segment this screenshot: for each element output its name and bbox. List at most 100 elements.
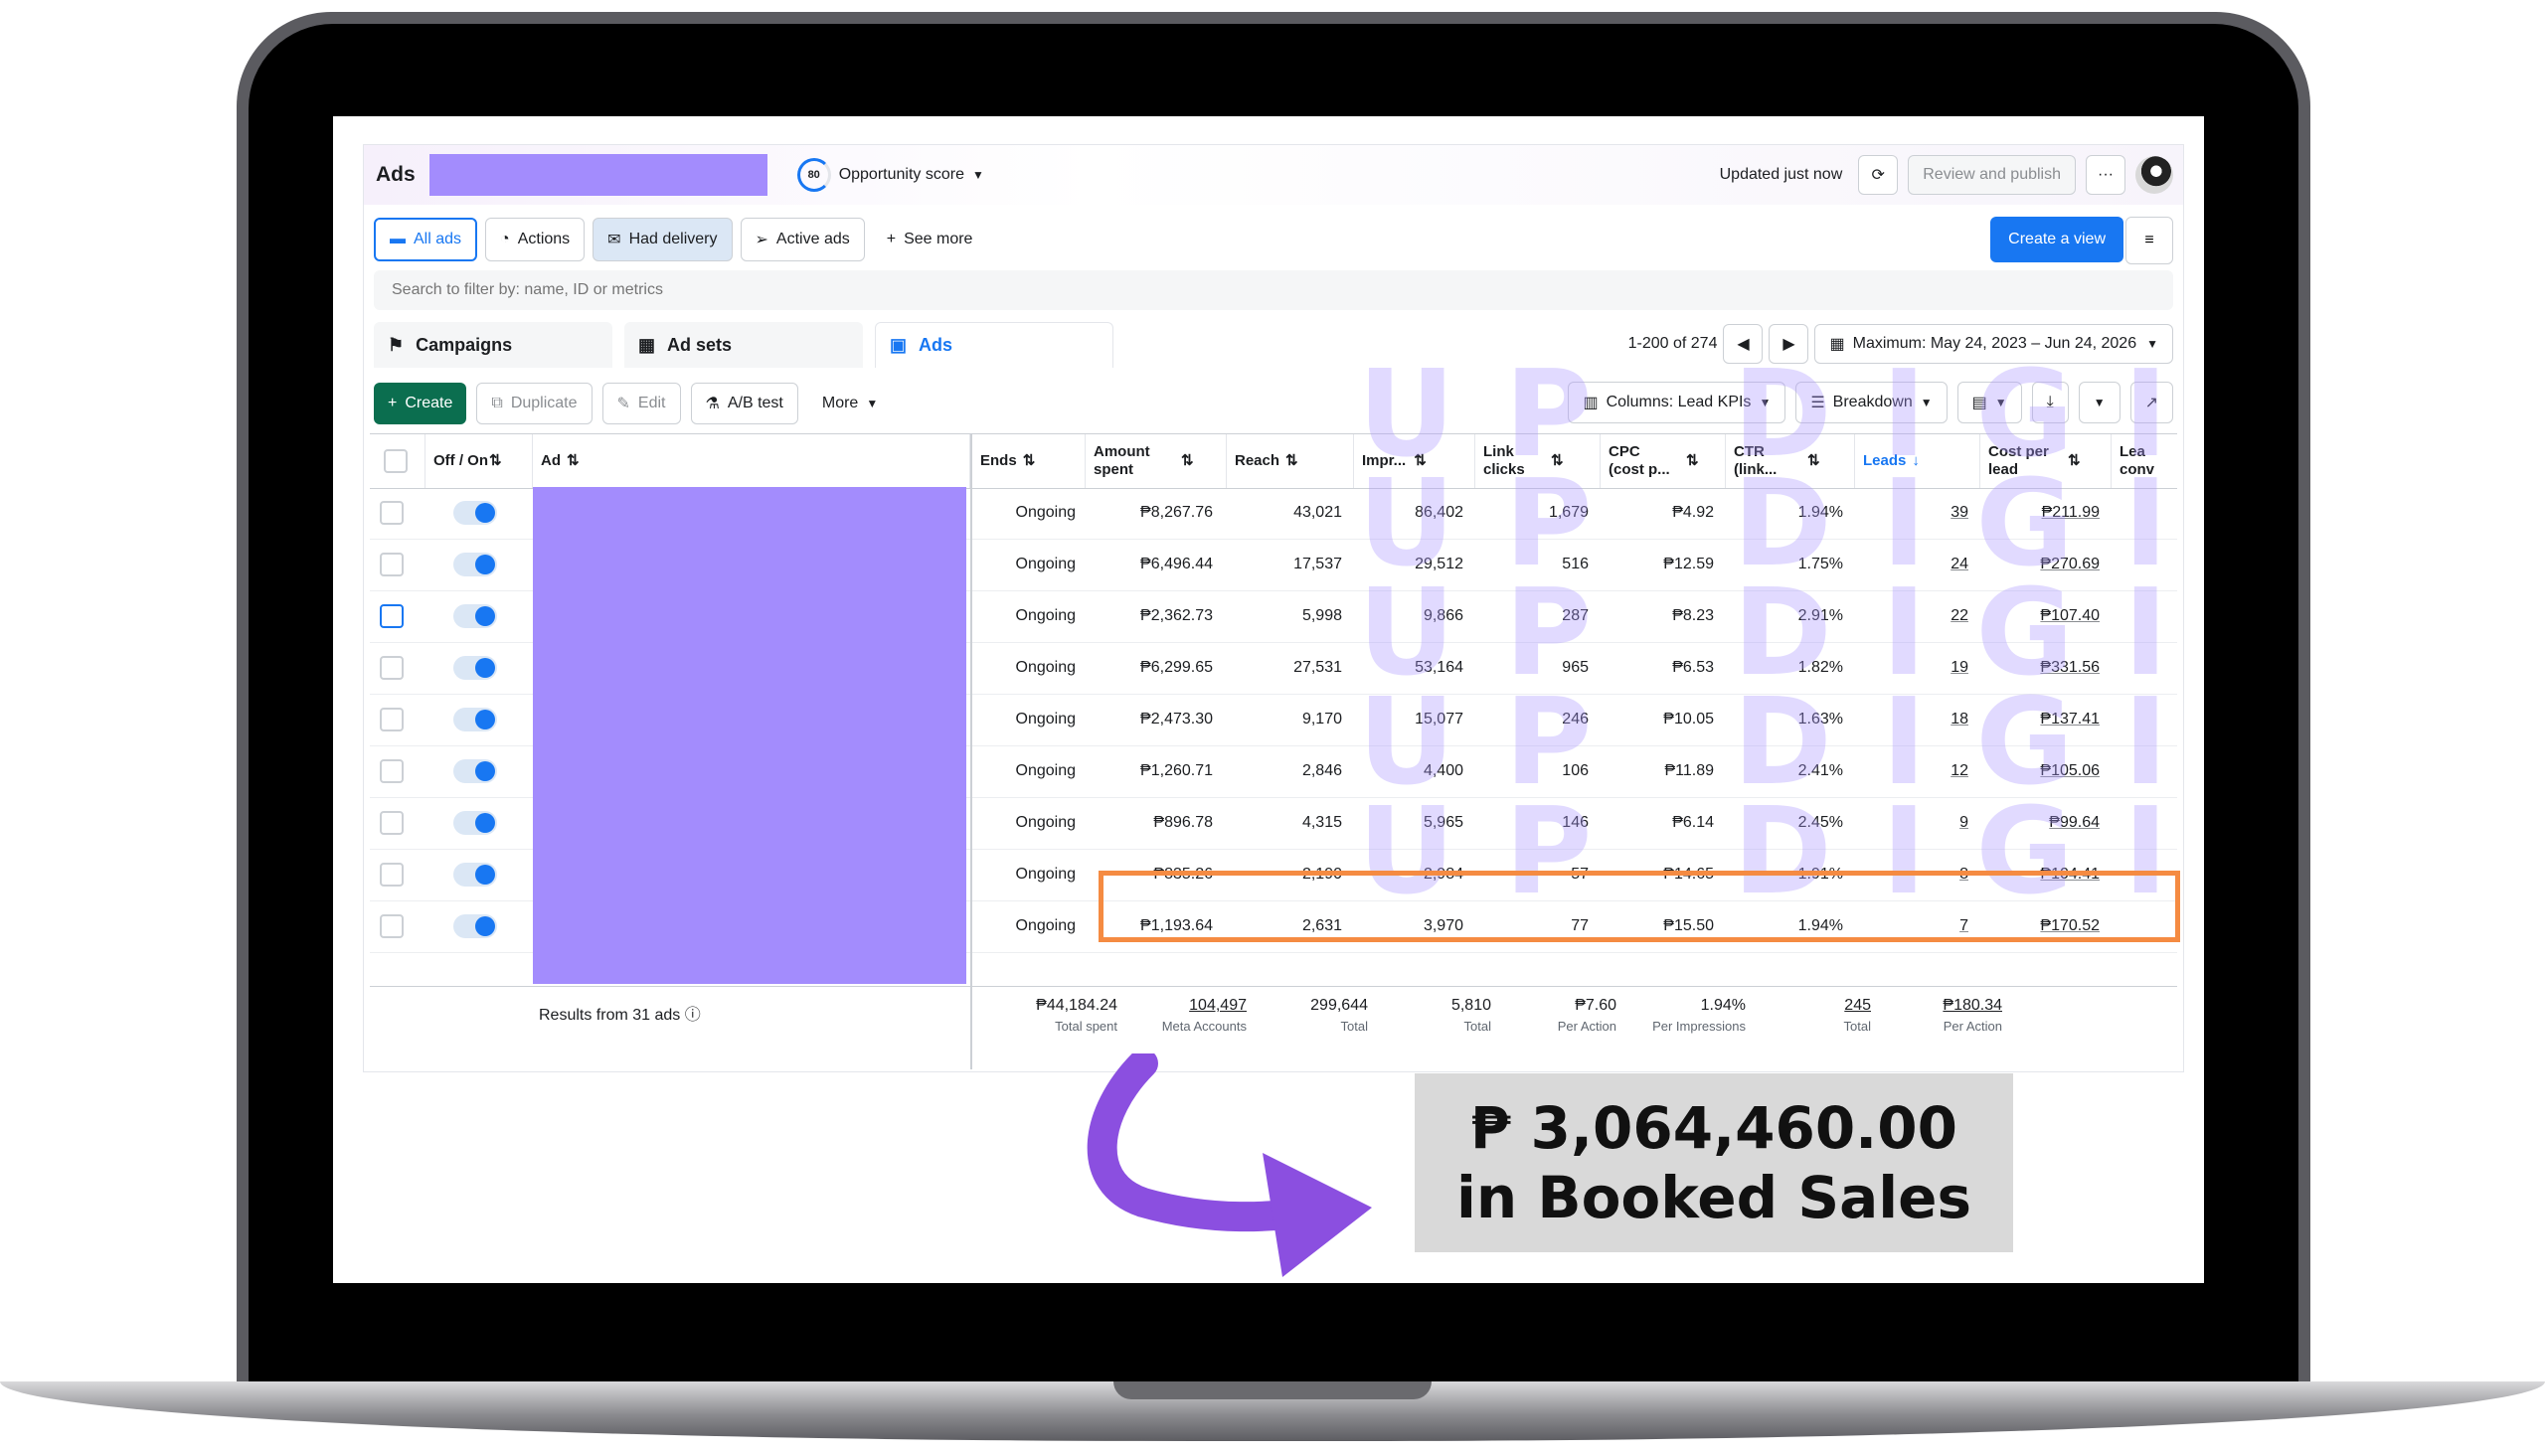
charts-button[interactable]: ↗	[2129, 382, 2173, 423]
pagination: 1-200 of 274 ◀ ▶ ▦ Maximum: May 24, 2023 …	[1628, 324, 2173, 364]
summary-label: Results from 31 ads ⓘ	[539, 1001, 701, 1025]
delivery-toggle[interactable]	[453, 501, 497, 525]
avatar[interactable]	[2135, 156, 2173, 194]
button-label: Create	[405, 395, 453, 411]
duplicate-button[interactable]: ⧉ Duplicate	[476, 383, 593, 424]
calendar-icon: ▦	[1829, 336, 1845, 353]
review-publish-button[interactable]: Review and publish	[1908, 155, 2076, 195]
ab-test-button[interactable]: ⚗ A/B test	[690, 383, 798, 424]
tab-see-more[interactable]: + See more	[872, 218, 987, 261]
tab-actions[interactable]: ◔ Actions	[485, 218, 586, 261]
row-checkbox[interactable]	[380, 604, 404, 628]
tab-active-ads[interactable]: ➢ Active ads	[740, 218, 865, 261]
delivery-toggle[interactable]	[453, 656, 497, 680]
row-checkbox[interactable]	[380, 501, 404, 525]
row-checkbox[interactable]	[380, 553, 404, 576]
select-all-checkbox[interactable]	[384, 449, 408, 473]
delivery-toggle[interactable]	[453, 759, 497, 783]
summary-value: 1.94%	[1700, 997, 1746, 1014]
summary-caption: Per Action	[1943, 1019, 2002, 1034]
columns-dropdown[interactable]: ▥ Columns: Lead KPIs ▼	[1568, 382, 1786, 423]
cell-spent: ₱2,473.30	[1140, 711, 1213, 728]
summary-value: 104,497	[1189, 997, 1247, 1014]
tab-ads[interactable]: ▣ Ads	[875, 322, 1113, 368]
column-off-on[interactable]: Off / On ⇅	[425, 434, 533, 488]
column-leads[interactable]: Leads ↓	[1855, 434, 1980, 488]
column-label: Ad	[541, 452, 561, 469]
more-button[interactable]: More ▼	[807, 383, 893, 424]
reports-dropdown[interactable]: ▤ ▼	[1956, 382, 2022, 423]
sort-icon: ⇅	[1414, 452, 1427, 469]
column-ad[interactable]: Ad ⇅	[533, 434, 970, 488]
summary-caption: Meta Accounts	[1161, 1019, 1247, 1034]
delivery-toggle[interactable]	[453, 708, 497, 731]
column-lead-conv[interactable]: Lea conv	[2112, 434, 2177, 488]
delivery-toggle[interactable]	[453, 863, 497, 887]
cell-ctr: 1.75%	[1797, 556, 1843, 572]
column-cpc[interactable]: CPC (cost p... ⇅	[1601, 434, 1726, 488]
view-settings-button[interactable]: ≡	[2125, 217, 2173, 264]
more-options-button[interactable]: ···	[2086, 155, 2125, 195]
cell-impr: 53,164	[1415, 659, 1463, 676]
chevron-down-icon[interactable]: ▼	[972, 168, 984, 182]
next-page-button[interactable]: ▶	[1769, 324, 1809, 364]
breakdown-dropdown[interactable]: ☰ Breakdown ▼	[1795, 382, 1948, 423]
cell-ends: Ongoing	[1015, 659, 1077, 676]
cell-clicks: 516	[1562, 556, 1589, 572]
column-cost-per-lead[interactable]: Cost per lead ⇅	[1980, 434, 2112, 488]
row-checkbox[interactable]	[380, 811, 404, 835]
delivery-toggle[interactable]	[453, 553, 497, 576]
cell-ends: Ongoing	[1015, 917, 1077, 934]
delivery-toggle[interactable]	[453, 811, 497, 835]
opportunity-score-label[interactable]: Opportunity score	[839, 166, 964, 184]
export-dropdown[interactable]: ▼	[2078, 382, 2121, 423]
row-checkbox[interactable]	[380, 863, 404, 887]
sort-icon: ⇅	[1551, 452, 1564, 469]
cell-clicks: 1,679	[1548, 504, 1589, 521]
row-checkbox[interactable]	[380, 914, 404, 938]
tab-ad-sets[interactable]: ▦ Ad sets	[624, 322, 863, 368]
refresh-button[interactable]: ⟳	[1858, 155, 1899, 195]
chevron-left-icon: ◀	[1737, 336, 1750, 353]
column-link-clicks[interactable]: Link clicks ⇅	[1475, 434, 1601, 488]
delivery-toggle[interactable]	[453, 604, 497, 628]
column-impressions[interactable]: Impr... ⇅	[1354, 434, 1475, 488]
column-reach[interactable]: Reach ⇅	[1227, 434, 1354, 488]
column-amount-spent[interactable]: Amount spent ⇅	[1086, 434, 1227, 488]
column-ends[interactable]: Ends ⇅	[972, 434, 1086, 488]
summary-ctr: 1.94% Per Impressions	[1652, 997, 1746, 1034]
cell-leads: 22	[1951, 607, 1968, 624]
redacted-ad-names	[533, 487, 966, 984]
breakdown-icon: ☰	[1810, 395, 1825, 411]
row-checkbox[interactable]	[380, 656, 404, 680]
flag-icon: ⚑	[388, 334, 405, 355]
edit-button[interactable]: ✎ Edit	[601, 383, 681, 424]
summary-value: 299,644	[1310, 997, 1368, 1014]
column-ctr[interactable]: CTR (link... ⇅	[1726, 434, 1855, 488]
arrow-down-icon: ↓	[1912, 452, 1920, 469]
chevron-down-icon: ▼	[1920, 396, 1933, 409]
delivery-toggle[interactable]	[453, 914, 497, 938]
column-label: Reach	[1235, 452, 1280, 469]
flask-icon: ⚗	[705, 396, 720, 412]
top-right-tools: Updated just now ⟳ Review and publish ··…	[1720, 155, 2173, 195]
row-checkbox[interactable]	[380, 759, 404, 783]
search-input[interactable]	[390, 280, 2084, 300]
info-icon[interactable]: ⓘ	[685, 1007, 701, 1024]
tab-had-delivery[interactable]: ✉ Had delivery	[593, 218, 733, 261]
chart-icon: ↗	[2144, 395, 2158, 411]
updated-status: Updated just now	[1719, 166, 1843, 183]
prev-page-button[interactable]: ◀	[1723, 324, 1764, 364]
row-checkbox[interactable]	[380, 708, 404, 731]
create-view-button[interactable]: Create a view	[1990, 217, 2123, 262]
ad-icon: ▣	[890, 335, 908, 355]
tab-all-ads[interactable]: ▬ All ads	[374, 218, 478, 261]
cell-spent: ₱896.78	[1153, 814, 1213, 831]
date-range-picker[interactable]: ▦ Maximum: May 24, 2023 – Jun 24, 2026 ▼	[1814, 324, 2173, 364]
opportunity-score-ring[interactable]: 80	[796, 158, 831, 192]
create-button[interactable]: + Create	[374, 383, 467, 424]
cell-spent: ₱6,299.65	[1140, 659, 1213, 676]
export-button[interactable]: ⤓	[2031, 382, 2069, 423]
cell-cpc: ₱6.14	[1672, 814, 1714, 831]
tab-campaigns[interactable]: ⚑ Campaigns	[374, 322, 612, 368]
